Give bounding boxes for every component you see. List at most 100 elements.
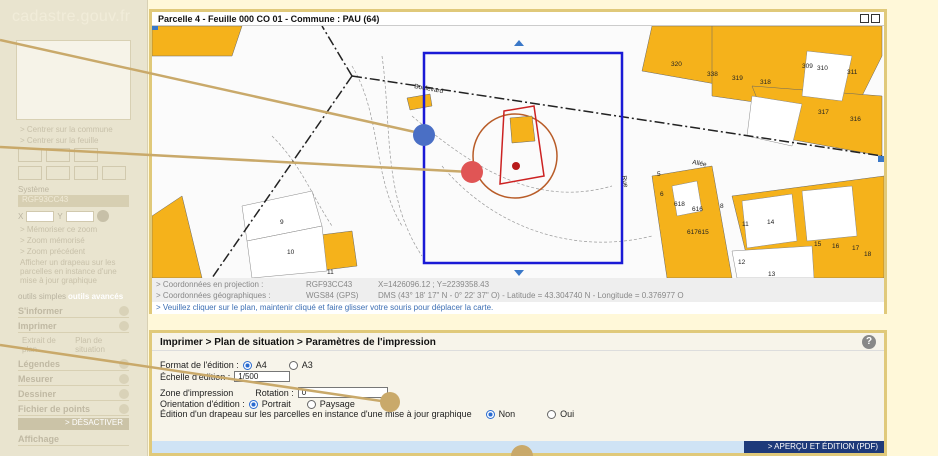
sidebar: cadastre.gouv.fr > Centrer sur la commun… [0,0,148,456]
sub-extrait-de-plan[interactable]: Extrait de plan [22,336,65,354]
restore-icon[interactable] [860,14,869,23]
parcel-number: 316 [850,116,861,123]
print-panel: Imprimer > Plan de situation > Paramètre… [149,330,887,456]
zone-row: Zone d'impression Rotation : 0° [160,387,388,398]
section-label: Mesurer [18,373,54,384]
echelle-label: Échelle d'édition : [160,371,231,382]
parcel-number: 617615 [687,229,709,236]
zoom-out-icon[interactable] [18,148,42,162]
parcel-number: 18 [864,251,872,258]
coords-geo-row: > Coordonnées géographiques : WGS84 (GPS… [156,290,880,301]
window-icons [860,14,880,23]
drapeau-oui-radio[interactable] [547,409,557,419]
format-a4-radio[interactable] [242,360,252,370]
coords-bar: > Coordonnées en projection : RGF93CC43 … [152,278,884,302]
coords-proj-value: X=1426096.12 ; Y=2239358.43 [378,280,490,289]
format-a3-radio[interactable] [288,360,298,370]
parcel-number: 5 [657,171,661,178]
parcel-number: 309 [802,63,813,70]
nav-link-commune[interactable]: > Centrer sur la commune [0,124,147,135]
xy-inputs: X Y [0,208,147,224]
section-mesurer[interactable]: Mesurer [18,372,129,386]
section-label: Imprimer [18,320,57,331]
y-label: Y [57,211,63,221]
section-sinformer[interactable]: S'informer [18,304,129,318]
apercu-edition-button[interactable]: > APERÇU ET ÉDITION (PDF) [744,441,884,453]
nav-link-feuille[interactable]: > Centrer sur la feuille [0,135,147,146]
parcel-number: 8 [720,203,724,210]
drapeau-non-label: Non [498,409,516,419]
drapeau-label: Édition d'un drapeau sur les parcelles e… [160,409,472,419]
selected-building [509,115,536,144]
parcel-number: 317 [818,109,829,116]
desactiver-button[interactable]: > DÉSACTIVER [18,418,129,430]
x-input[interactable] [26,210,55,222]
overview-minimap[interactable] [16,40,131,120]
section-affichage[interactable]: Affichage [18,432,129,446]
maximize-icon[interactable] [871,14,880,23]
rotation-select[interactable]: 0° [297,387,388,398]
section-legendes[interactable]: Légendes [18,357,129,371]
map-panel-title: Parcelle 4 - Feuille 000 CO 01 - Commune… [152,12,884,26]
section-imprimer[interactable]: Imprimer [18,319,129,333]
section-label: Dessiner [18,388,57,399]
tab-outils-simples[interactable]: outils simples [18,292,66,301]
expand-icon [119,373,129,384]
map-svg: Boulevard Allée Rue 320 338 319 318 309 … [152,26,884,278]
paysage-label: Paysage [319,399,355,409]
print-subsections: Extrait de plan Plan de situation [0,334,147,356]
parcel-number: 15 [814,241,822,248]
map-tools [0,164,147,182]
coords-geo-value: DMS (43° 18' 17" N - 0° 22' 37" O) - Lat… [378,291,684,300]
system-select[interactable]: RGF93CC43 [18,195,129,207]
expand-icon [119,358,129,369]
parcel-number: 13 [768,271,776,278]
drapeau-oui-label: Oui [560,409,575,419]
parcel-number: 11 [327,269,334,276]
pan-hand-icon[interactable] [18,166,42,180]
full-extent-icon[interactable] [102,166,126,180]
parcel-marker-icon [512,162,520,170]
flag-checkbox-label[interactable]: Afficher un drapeau sur les parcelles en… [0,257,147,286]
format-a3-label: A3 [301,360,313,370]
y-input[interactable] [65,210,94,222]
parcel-number: 9 [280,219,284,226]
section-fichier-de-points[interactable]: Fichier de points [18,402,129,416]
coords-geo-label: > Coordonnées géographiques : [156,291,271,300]
parcel-number: 338 [707,71,718,78]
echelle-select[interactable]: 1/500 [234,371,291,382]
parcel-number: 17 [852,245,860,252]
right-handle-icon[interactable] [878,156,884,162]
memoriser-zoom-link[interactable]: > Mémoriser ce zoom [0,224,147,235]
format-label: Format de l'édition : [160,360,239,370]
expand-icon [119,388,129,399]
coords-geo-system: WGS84 (GPS) [306,291,359,300]
section-label: Affichage [18,433,60,444]
zoom-slider[interactable] [46,148,70,162]
sub-plan-de-situation[interactable]: Plan de situation [75,336,125,354]
portrait-radio[interactable] [248,399,258,409]
cadastral-map[interactable]: Boulevard Allée Rue 320 338 319 318 309 … [152,26,884,278]
expand-icon [119,403,129,414]
crosshair-icon[interactable] [46,166,70,180]
tab-outils-avances[interactable]: outils avancés [68,292,123,301]
format-row: Format de l'édition : A4 A3 [160,360,313,370]
parcel-lines-left [241,190,328,278]
parcel-number: 320 [671,61,682,68]
print-panel-title: Imprimer > Plan de situation > Paramètre… [152,333,884,351]
expand-icon [119,305,129,316]
drapeau-row: Édition d'un drapeau sur les parcelles e… [160,409,574,419]
map-panel: Parcelle 4 - Feuille 000 CO 01 - Commune… [149,9,887,314]
parcel-number: 6 [660,191,664,198]
zoom-memorise-link[interactable]: > Zoom mémorisé [0,235,147,246]
drapeau-non-radio[interactable] [485,409,495,419]
section-dessiner[interactable]: Dessiner [18,387,129,401]
paysage-radio[interactable] [306,399,316,409]
help-icon[interactable]: ? [862,335,876,349]
site-logo[interactable]: cadastre.gouv.fr [0,0,147,36]
zoom-box-icon[interactable] [74,166,98,180]
zoom-in-icon[interactable] [74,148,98,162]
go-button[interactable] [96,210,109,222]
zoom-precedent-link[interactable]: > Zoom précédent [0,246,147,257]
parcel-number: 12 [738,259,746,266]
